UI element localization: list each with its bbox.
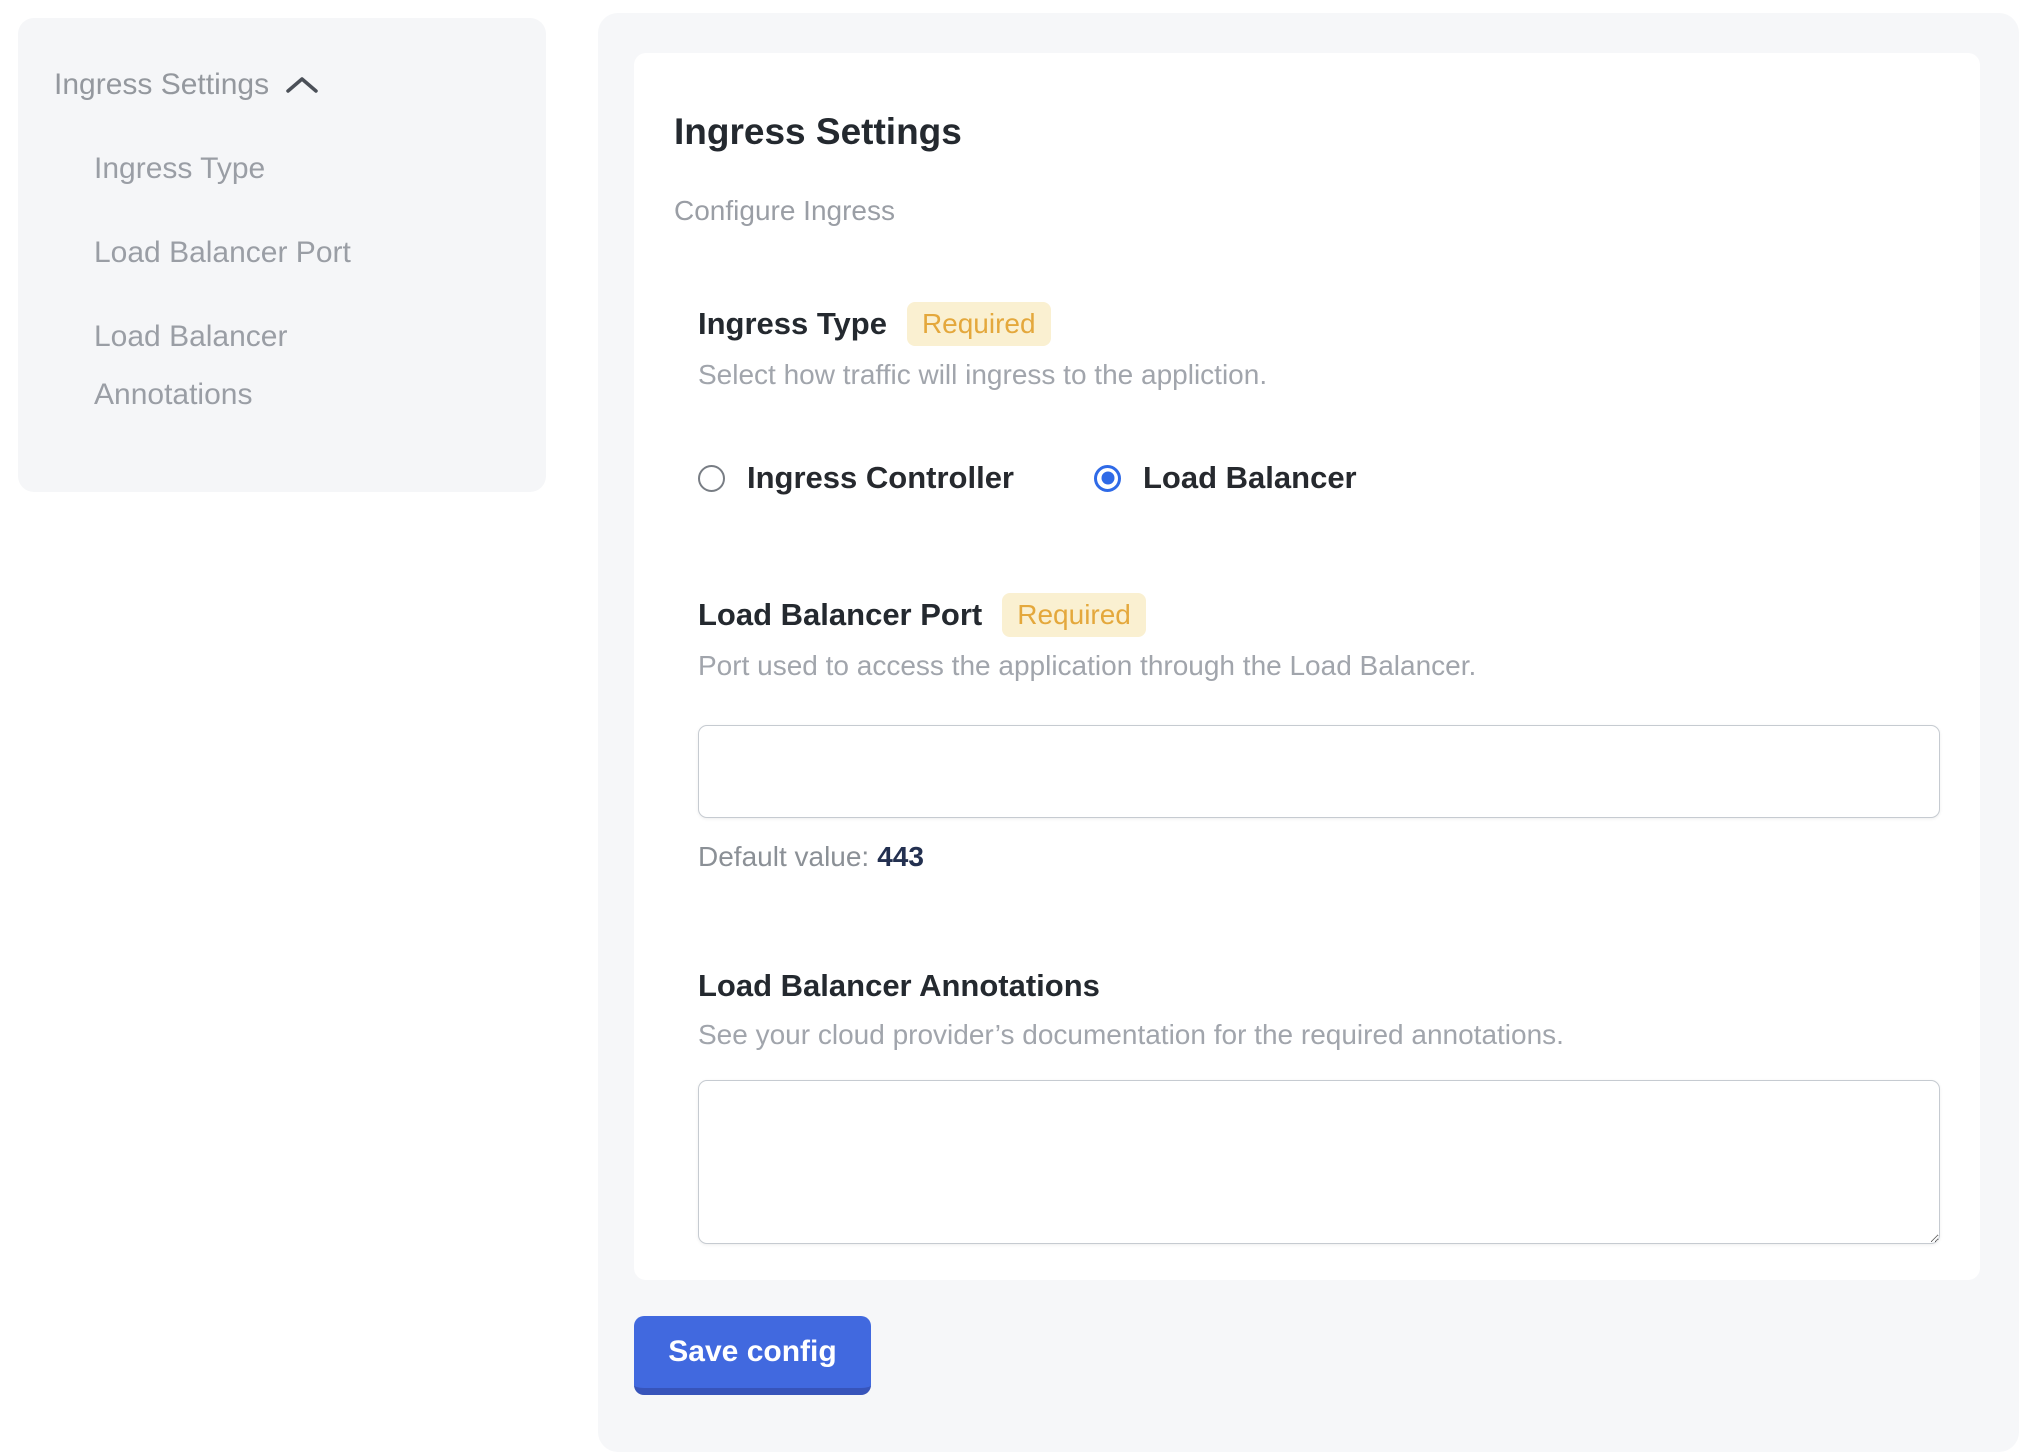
page-subtitle: Configure Ingress (674, 194, 1940, 228)
sidebar-item-load-balancer-annotations[interactable]: Load Balancer Annotations (94, 308, 394, 424)
load-balancer-port-input[interactable] (698, 725, 1940, 818)
radio-circle-icon (698, 465, 725, 492)
load-balancer-annotations-textarea[interactable] (698, 1080, 1940, 1244)
sidebar-item-ingress-type[interactable]: Ingress Type (94, 140, 394, 198)
radio-label: Load Balancer (1143, 458, 1357, 498)
radio-option-load-balancer[interactable]: Load Balancer (1094, 458, 1357, 498)
default-value-label: Default value: (698, 841, 869, 872)
required-badge: Required (1002, 593, 1146, 637)
sidebar-item-load-balancer-port[interactable]: Load Balancer Port (94, 224, 394, 282)
required-badge: Required (907, 302, 1051, 346)
ingress-type-label-row: Ingress Type Required (698, 302, 1940, 346)
sidebar-group-ingress-settings[interactable]: Ingress Settings (54, 66, 510, 104)
page-title: Ingress Settings (674, 110, 1940, 154)
chevron-up-icon (285, 75, 319, 100)
form-sections: Ingress Type Required Select how traffic… (698, 302, 1940, 1244)
sidebar-group-title: Ingress Settings (54, 66, 269, 104)
lb-annotations-description: See your cloud provider’s documentation … (698, 1018, 1940, 1052)
ingress-type-label: Ingress Type (698, 304, 887, 344)
sidebar-list: Ingress Type Load Balancer Port Load Bal… (54, 140, 510, 424)
ingress-type-radio-group: Ingress Controller Load Balancer (698, 458, 1940, 498)
lb-annotations-label-row: Load Balancer Annotations (698, 966, 1940, 1006)
section-ingress-type: Ingress Type Required Select how traffic… (698, 302, 1940, 498)
lb-port-description: Port used to access the application thro… (698, 649, 1940, 683)
save-config-button[interactable]: Save config (634, 1316, 871, 1395)
radio-option-ingress-controller[interactable]: Ingress Controller (698, 458, 1014, 498)
radio-circle-icon (1094, 465, 1121, 492)
ingress-type-description: Select how traffic will ingress to the a… (698, 358, 1940, 392)
default-value-line: Default value: 443 (698, 840, 1940, 874)
lb-annotations-label: Load Balancer Annotations (698, 966, 1100, 1006)
section-load-balancer-port: Load Balancer Port Required Port used to… (698, 593, 1940, 874)
main-panel: Ingress Settings Configure Ingress Ingre… (598, 13, 2019, 1452)
lb-port-label-row: Load Balancer Port Required (698, 593, 1940, 637)
default-value: 443 (877, 841, 924, 872)
page: Ingress Settings Ingress Type Load Balan… (0, 0, 2036, 1452)
settings-card: Ingress Settings Configure Ingress Ingre… (634, 53, 1980, 1280)
sidebar: Ingress Settings Ingress Type Load Balan… (18, 18, 546, 492)
lb-port-label: Load Balancer Port (698, 595, 982, 635)
section-load-balancer-annotations: Load Balancer Annotations See your cloud… (698, 966, 1940, 1244)
radio-label: Ingress Controller (747, 458, 1014, 498)
